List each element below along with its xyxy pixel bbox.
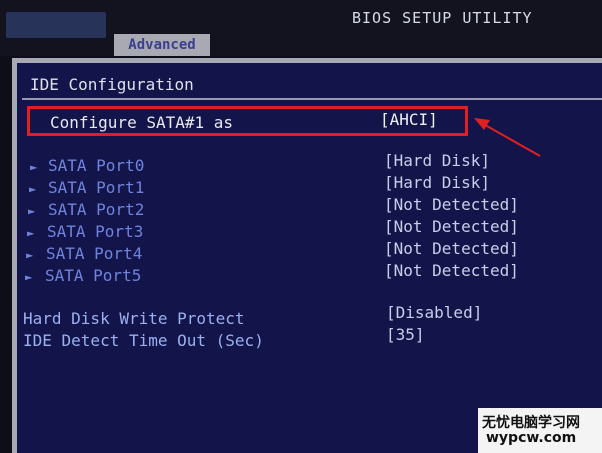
bios-screen: BIOS SETUP UTILITY Advanced IDE Configur… bbox=[0, 0, 602, 453]
annotation-arrow-icon bbox=[474, 118, 541, 157]
watermark-chinese: 无忧电脑学习网 bbox=[482, 415, 580, 431]
watermark-url: wypcw.com bbox=[486, 430, 577, 446]
